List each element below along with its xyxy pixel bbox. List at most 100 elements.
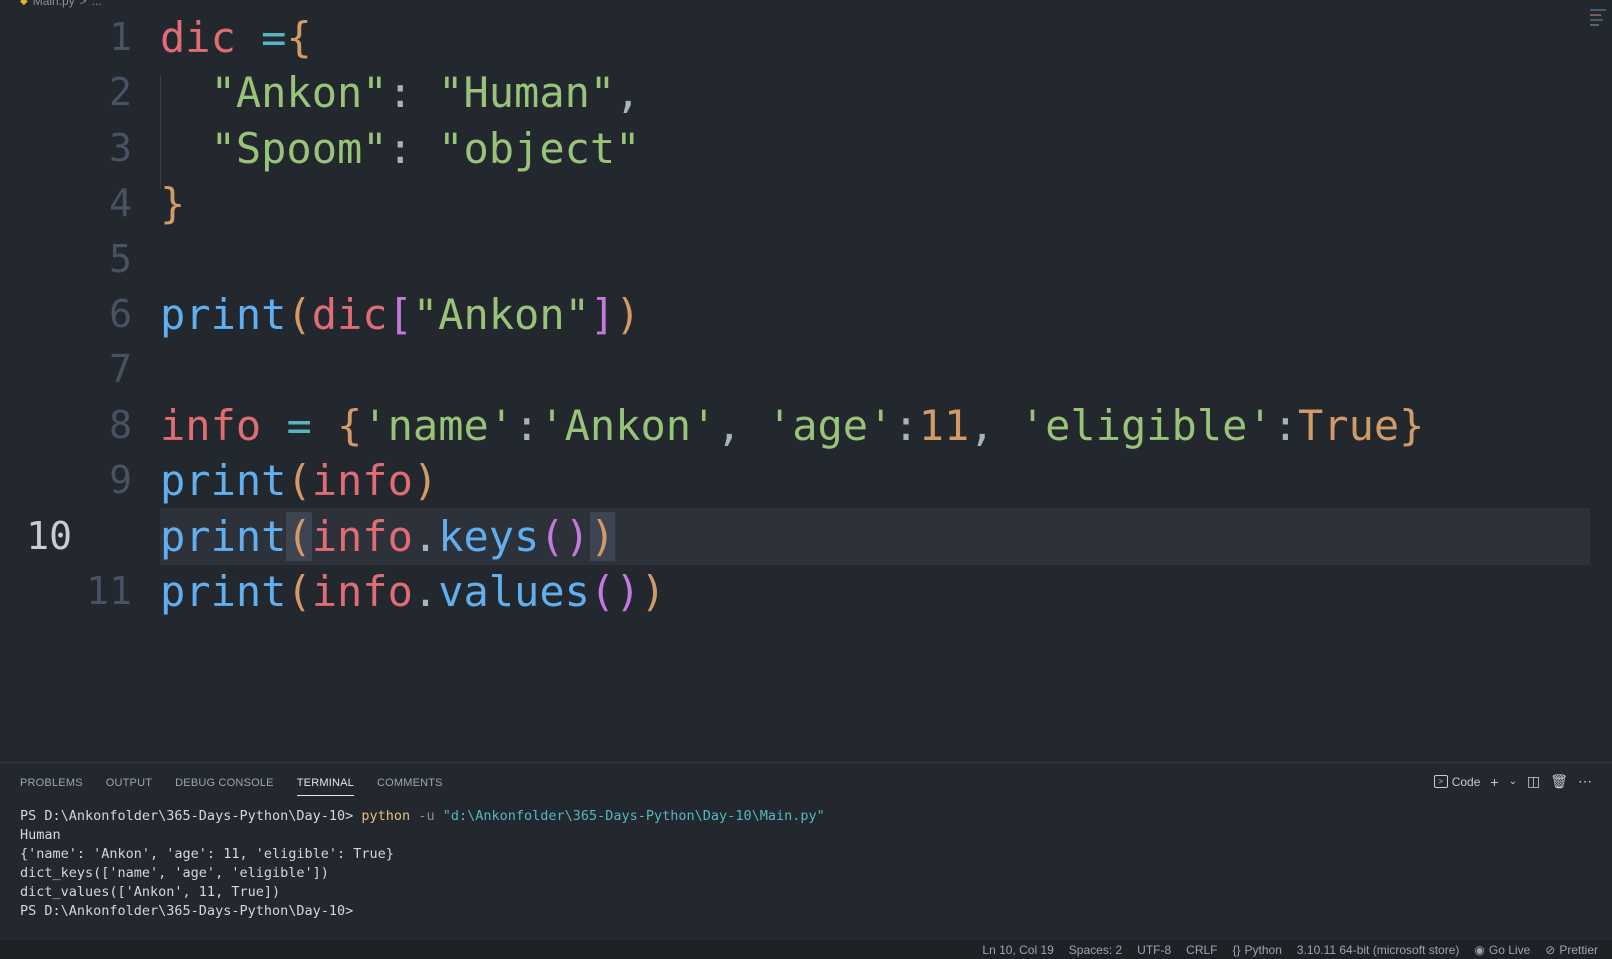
terminal-output-line: dict_keys(['name', 'age', 'eligible']): [20, 865, 329, 881]
code-text[interactable]: print(dic["Ankon"]): [160, 286, 641, 343]
code-token: dic: [160, 13, 236, 62]
code-text[interactable]: info = {'name':'Ankon', 'age':11, 'eligi…: [160, 397, 1424, 454]
terminal-output[interactable]: PS D:\Ankonfolder\365-Days-Python\Day-10…: [20, 807, 825, 921]
line-number[interactable]: 5: [60, 231, 132, 288]
terminal-flag: -u: [418, 808, 435, 824]
code-editor[interactable]: 1 dic ={2 "Ankon": "Human", 3 "Spoom": "ob…: [0, 9, 1612, 761]
launch-profile-label: Code: [1451, 774, 1481, 789]
code-token: .: [412, 567, 439, 616]
line-number[interactable]: 1: [60, 9, 132, 66]
tab-terminal[interactable]: TERMINAL: [296, 771, 354, 796]
code-text[interactable]: print(info.values()): [160, 563, 666, 620]
code-token: {: [286, 13, 312, 62]
code-token: "Ankon": [210, 68, 388, 118]
line-number[interactable]: 3: [60, 120, 132, 177]
line-number[interactable]: 10: [0, 508, 72, 565]
code-token: "Spoom": [210, 123, 388, 173]
code-token: print: [160, 511, 287, 561]
end-of-line[interactable]: CRLF: [1186, 943, 1217, 957]
code-token: ,: [615, 68, 641, 118]
code-token: (: [286, 511, 312, 561]
code-line[interactable]: 1 dic ={: [0, 9, 1590, 66]
terminal-path: "d:\Ankonfolder\365-Days-Python\Day-10\M…: [442, 808, 825, 824]
code-line[interactable]: 2 "Ankon": "Human",: [0, 64, 1590, 121]
chevron-down-icon[interactable]: ⌄: [1509, 776, 1517, 787]
code-token: :: [1272, 400, 1299, 450]
code-token: (: [286, 456, 312, 506]
line-number[interactable]: 8: [60, 397, 132, 454]
tab-debug-console[interactable]: DEBUG CONSOLE: [175, 771, 274, 795]
trash-icon[interactable]: 🗑: [1550, 773, 1568, 790]
cursor-position[interactable]: Ln 10, Col 19: [982, 943, 1053, 957]
braces-icon: {}: [1232, 942, 1241, 957]
code-token: ): [640, 567, 666, 616]
line-number[interactable]: 11: [60, 563, 132, 620]
terminal-output-line: Human: [20, 827, 61, 843]
code-text[interactable]: dic ={: [160, 9, 312, 66]
line-number[interactable]: 2: [60, 64, 132, 121]
code-line[interactable]: 9 print(info): [0, 452, 1590, 509]
code-line[interactable]: 3 "Spoom": "object": [0, 120, 1590, 177]
prettier-button[interactable]: ⊘ Prettier: [1545, 943, 1598, 957]
code-token: (: [286, 290, 312, 339]
code-token: ): [589, 511, 616, 561]
code-token: 'eligible': [1019, 400, 1273, 450]
code-token: ): [615, 567, 641, 616]
code-token: (: [539, 511, 565, 561]
line-number[interactable]: 4: [60, 175, 132, 232]
code-line[interactable]: 11 print(info.values()): [0, 563, 1590, 620]
code-text[interactable]: "Ankon": "Human",: [160, 64, 641, 121]
tab-output[interactable]: OUTPUT: [106, 771, 152, 795]
code-token: info: [311, 567, 413, 616]
code-token: ,: [716, 400, 767, 450]
code-token: values: [438, 567, 590, 616]
go-live-button[interactable]: ◉ Go Live: [1474, 943, 1530, 957]
panel-actions: > Code + ⌄ ◫ 🗑 ⋯: [1433, 773, 1592, 790]
code-token: =: [286, 400, 312, 450]
terminal-command-line: PS D:\Ankonfolder\365-Days-Python\Day-10…: [20, 807, 825, 826]
more-actions-icon[interactable]: ⋯: [1578, 773, 1592, 790]
code-token: ): [564, 511, 590, 561]
encoding[interactable]: UTF-8: [1137, 943, 1171, 957]
breadcrumb[interactable]: ◆ Main.py > ...: [20, 0, 102, 8]
code-line[interactable]: 8 info = {'name':'Ankon', 'age':11, 'elig…: [0, 397, 1590, 454]
code-token: info: [160, 400, 262, 450]
code-line[interactable]: 7: [0, 341, 1590, 398]
code-text[interactable]: print(info): [160, 452, 438, 509]
terminal-command: python: [361, 808, 411, 824]
code-token: }: [1399, 400, 1425, 450]
terminal-output-line: dict_values(['Ankon', 11, True]): [20, 884, 281, 900]
breadcrumb-file[interactable]: Main.py: [33, 0, 75, 8]
terminal-final-prompt: PS D:\Ankonfolder\365-Days-Python\Day-10…: [20, 903, 354, 919]
line-number[interactable]: 6: [60, 286, 132, 343]
code-line[interactable]: 4}: [0, 175, 1590, 232]
tab-comments[interactable]: COMMENTS: [377, 771, 443, 795]
line-number[interactable]: 7: [60, 341, 132, 398]
new-terminal-icon[interactable]: +: [1490, 774, 1498, 790]
code-text[interactable]: "Spoom": "object": [160, 120, 641, 177]
line-number[interactable]: 9: [60, 452, 132, 509]
code-text[interactable]: print(info.keys()): [160, 508, 616, 565]
tab-problems[interactable]: PROBLEMS: [20, 771, 83, 795]
terminal-output-line: {'name': 'Ankon', 'age': 11, 'eligible':…: [20, 846, 394, 862]
code-line[interactable]: 6 print(dic["Ankon"]): [0, 286, 1590, 343]
code-text[interactable]: }: [160, 175, 185, 232]
language-mode[interactable]: {} Python: [1233, 943, 1282, 957]
split-terminal-icon[interactable]: ◫: [1527, 773, 1540, 790]
code-token: print: [160, 456, 287, 506]
check-circle-icon: ⊘: [1545, 942, 1556, 957]
python-interpreter[interactable]: 3.10.11 64-bit (microsoft store): [1297, 943, 1460, 957]
launch-profile-button[interactable]: > Code: [1433, 774, 1481, 789]
python-file-icon: ◆: [20, 0, 28, 7]
code-line[interactable]: 5: [0, 231, 1590, 288]
code-token: 'age': [766, 400, 894, 450]
code-token: :: [893, 400, 919, 450]
breadcrumb-rest[interactable]: ...: [92, 0, 102, 8]
code-token: print: [160, 567, 287, 616]
code-token: 11: [918, 400, 970, 450]
indentation[interactable]: Spaces: 2: [1069, 943, 1122, 957]
code-line[interactable]: 10 print(info.keys()): [26, 507, 1590, 565]
